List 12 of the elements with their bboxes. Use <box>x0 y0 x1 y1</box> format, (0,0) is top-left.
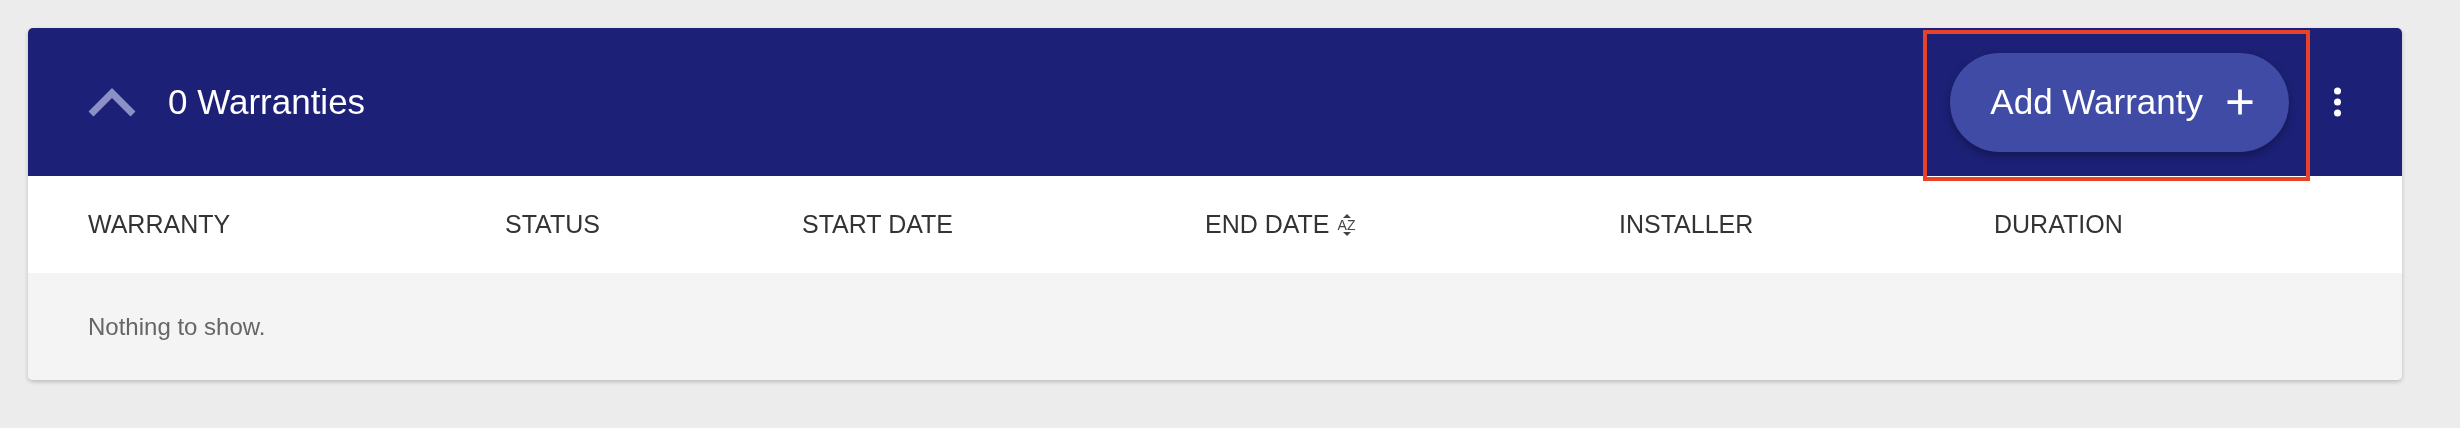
more-options-icon[interactable] <box>2333 87 2342 117</box>
plus-icon <box>2225 87 2255 117</box>
column-header[interactable]: START DATE <box>802 210 953 239</box>
chevron-up-icon[interactable] <box>88 87 136 117</box>
column-header[interactable]: STATUS <box>505 210 600 239</box>
column-header[interactable]: DURATION <box>1994 210 2123 239</box>
empty-message: Nothing to show. <box>88 312 266 341</box>
column-header[interactable]: WARRANTY <box>88 210 231 239</box>
add-warranty-button[interactable]: Add Warranty <box>1950 52 2289 152</box>
column-header[interactable]: INSTALLER <box>1619 210 1754 239</box>
panel-title: 0 Warranties <box>168 82 366 122</box>
column-header[interactable]: END DATE <box>1205 210 1330 239</box>
